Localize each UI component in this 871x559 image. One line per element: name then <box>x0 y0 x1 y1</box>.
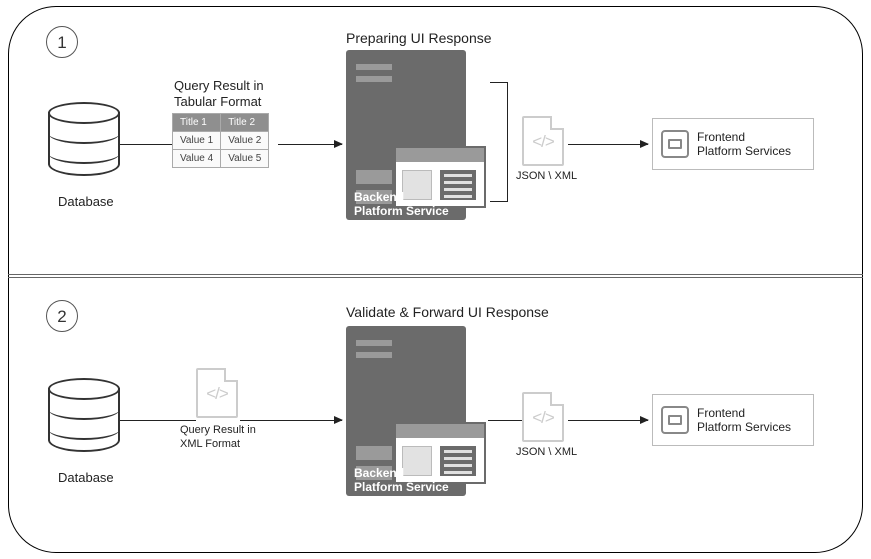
section-title-2: Validate & Forward UI Response <box>346 304 549 322</box>
code-file-icon: </> <box>522 392 564 442</box>
database-icon <box>48 378 120 462</box>
code-file-icon: </> <box>196 368 238 418</box>
table-cell: Value 5 <box>221 150 269 168</box>
database-label: Database <box>58 194 114 210</box>
code-glyph: </> <box>524 132 562 152</box>
frontend-caption: Frontend Platform Services <box>697 406 791 435</box>
step-badge-1: 1 <box>46 26 78 58</box>
step-badge-2: 2 <box>46 300 78 332</box>
database-label: Database <box>58 470 114 486</box>
query-result-table: Title 1 Title 2 Value 1 Value 2 Value 4 … <box>172 113 269 168</box>
query-xml-caption: Query Result in XML Format <box>180 424 256 452</box>
table-cell: Value 1 <box>173 132 221 150</box>
code-file-icon: </> <box>522 116 564 166</box>
frontend-caption: Frontend Platform Services <box>697 130 791 159</box>
frontend-services-box: Frontend Platform Services <box>652 394 814 446</box>
arrow-xml-to-backend <box>240 420 342 421</box>
connector-db-to-xml <box>120 420 196 421</box>
arrow-backend-to-frontend <box>568 420 648 421</box>
arrow-table-to-backend <box>278 144 342 145</box>
code-glyph: </> <box>524 408 562 428</box>
json-xml-label: JSON \ XML <box>516 170 577 184</box>
bracket-connector <box>490 82 508 202</box>
section-title-1: Preparing UI Response <box>346 30 492 48</box>
frontend-services-box: Frontend Platform Services <box>652 118 814 170</box>
connector-db-to-table <box>120 144 172 145</box>
table-cell: Value 2 <box>221 132 269 150</box>
table-header: Title 2 <box>221 114 269 132</box>
query-tabular-caption: Query Result in Tabular Format <box>174 78 264 111</box>
json-xml-label: JSON \ XML <box>516 446 577 460</box>
backend-caption: Backend Platform Service <box>354 190 449 219</box>
backend-caption: Backend Platform Service <box>354 466 449 495</box>
section-divider <box>8 274 863 278</box>
table-header: Title 1 <box>173 114 221 132</box>
connector-backend-to-json <box>488 420 522 421</box>
monitor-icon <box>661 130 689 158</box>
monitor-icon <box>661 406 689 434</box>
arrow-backend-to-frontend <box>568 144 648 145</box>
code-glyph: </> <box>198 384 236 404</box>
table-cell: Value 4 <box>173 150 221 168</box>
database-icon <box>48 102 120 186</box>
